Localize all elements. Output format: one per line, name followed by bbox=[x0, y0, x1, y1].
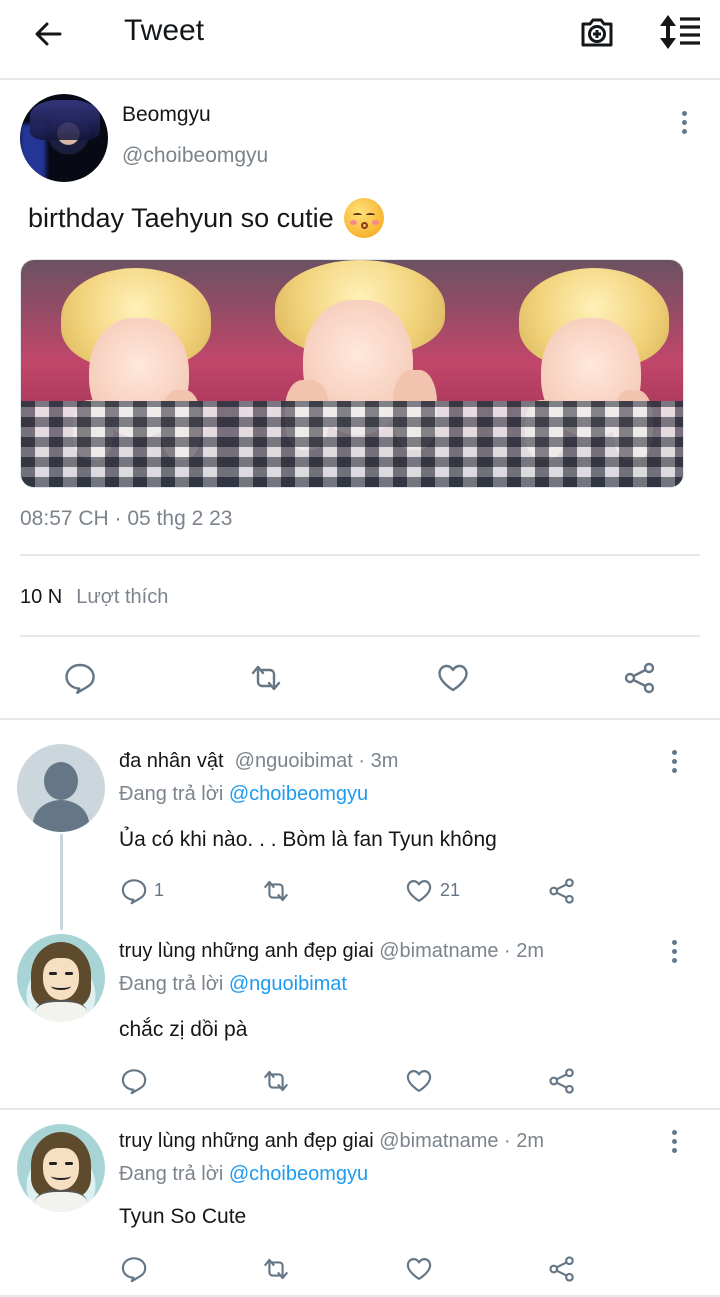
more-options-icon[interactable] bbox=[679, 110, 689, 136]
reply-author-name[interactable]: đa nhân vật bbox=[119, 750, 224, 772]
share-icon[interactable] bbox=[548, 877, 576, 905]
replying-mention[interactable]: @nguoibimat bbox=[229, 973, 347, 995]
tweet-body: birthday Taehyun so cutie bbox=[28, 202, 334, 233]
more-options-icon[interactable] bbox=[669, 939, 679, 965]
share-icon[interactable] bbox=[548, 1255, 576, 1283]
share-icon[interactable] bbox=[548, 1067, 576, 1095]
like-count: 21 bbox=[440, 880, 461, 900]
page-title: Tweet bbox=[124, 14, 205, 47]
reply-author-name[interactable]: truy lùng những anh đẹp giai bbox=[119, 1130, 374, 1152]
retweet-icon[interactable] bbox=[262, 1255, 290, 1283]
divider bbox=[20, 554, 700, 556]
tweet-photo[interactable] bbox=[225, 260, 479, 487]
reply-icon[interactable] bbox=[120, 1255, 148, 1283]
reply-count: 1 bbox=[154, 880, 165, 900]
share-icon[interactable] bbox=[623, 661, 657, 695]
replying-to: Đang trả lời @nguoibimat bbox=[119, 973, 347, 996]
reply-header: truy lùng những anh đẹp giai @bimatname … bbox=[119, 1130, 544, 1153]
retweet-icon[interactable] bbox=[262, 877, 290, 905]
heart-icon[interactable] bbox=[405, 877, 433, 905]
replying-mention[interactable]: @choibeomgyu bbox=[229, 783, 368, 805]
reply-header: truy lùng những anh đẹp giai @bimatname … bbox=[119, 940, 544, 963]
reply-meta: @nguoibimat · 3m bbox=[234, 750, 399, 772]
likes-stat[interactable]: 10 N Lượt thích bbox=[20, 586, 168, 609]
thread-line bbox=[60, 834, 63, 930]
replying-prefix: Đang trả lời bbox=[119, 1163, 224, 1185]
author-handle[interactable]: @choibeomgyu bbox=[122, 144, 268, 168]
heart-icon[interactable] bbox=[405, 1067, 433, 1095]
tweet-media[interactable] bbox=[20, 259, 684, 488]
reply-text: chắc zị dồi pà bbox=[119, 1018, 248, 1041]
arrow-left-icon[interactable] bbox=[30, 16, 66, 52]
reply-meta: @bimatname · 2m bbox=[379, 940, 545, 962]
reply-icon[interactable] bbox=[63, 661, 97, 695]
avatar[interactable] bbox=[17, 934, 105, 1022]
kissing-face-icon bbox=[343, 198, 384, 238]
sort-icon[interactable] bbox=[656, 13, 702, 51]
likes-count: 10 N bbox=[20, 586, 63, 608]
avatar[interactable] bbox=[17, 744, 105, 832]
tweet-photo[interactable] bbox=[21, 260, 226, 487]
reply-header: đa nhân vật @nguoibimat · 3m bbox=[119, 750, 398, 773]
retweet-icon[interactable] bbox=[249, 661, 283, 695]
replying-prefix: Đang trả lời bbox=[119, 973, 224, 995]
likes-label: Lượt thích bbox=[76, 586, 169, 608]
avatar[interactable] bbox=[17, 1124, 105, 1212]
top-app-bar: Tweet bbox=[0, 0, 720, 80]
reply-icon[interactable] bbox=[120, 1067, 148, 1095]
avatar[interactable] bbox=[20, 94, 108, 182]
divider bbox=[0, 718, 720, 720]
heart-icon[interactable] bbox=[436, 661, 470, 695]
camera-plus-icon[interactable] bbox=[578, 13, 616, 51]
replying-to: Đang trả lời @choibeomgyu bbox=[119, 783, 368, 806]
divider bbox=[20, 635, 700, 637]
more-options-icon[interactable] bbox=[669, 1129, 679, 1155]
replying-mention[interactable]: @choibeomgyu bbox=[229, 1163, 368, 1185]
more-options-icon[interactable] bbox=[669, 749, 679, 775]
replying-prefix: Đang trả lời bbox=[119, 783, 224, 805]
reply-text: Tyun So Cute bbox=[119, 1205, 247, 1228]
tweet-photo[interactable] bbox=[478, 260, 683, 487]
reply-icon[interactable] bbox=[120, 877, 148, 905]
reply-author-name[interactable]: truy lùng những anh đẹp giai bbox=[119, 940, 374, 962]
divider bbox=[0, 1108, 720, 1110]
tweet-timestamp: 08:57 CH · 05 thg 2 23 bbox=[20, 507, 233, 530]
reply-meta: @bimatname · 2m bbox=[379, 1130, 545, 1152]
heart-icon[interactable] bbox=[405, 1255, 433, 1283]
retweet-icon[interactable] bbox=[262, 1067, 290, 1095]
author-name[interactable]: Beomgyu bbox=[122, 103, 211, 127]
reply-text: Ủa có khi nào. . . Bòm là fan Tyun không bbox=[119, 828, 497, 851]
tweet-text: birthday Taehyun so cutie bbox=[28, 198, 384, 238]
replying-to: Đang trả lời @choibeomgyu bbox=[119, 1163, 368, 1186]
